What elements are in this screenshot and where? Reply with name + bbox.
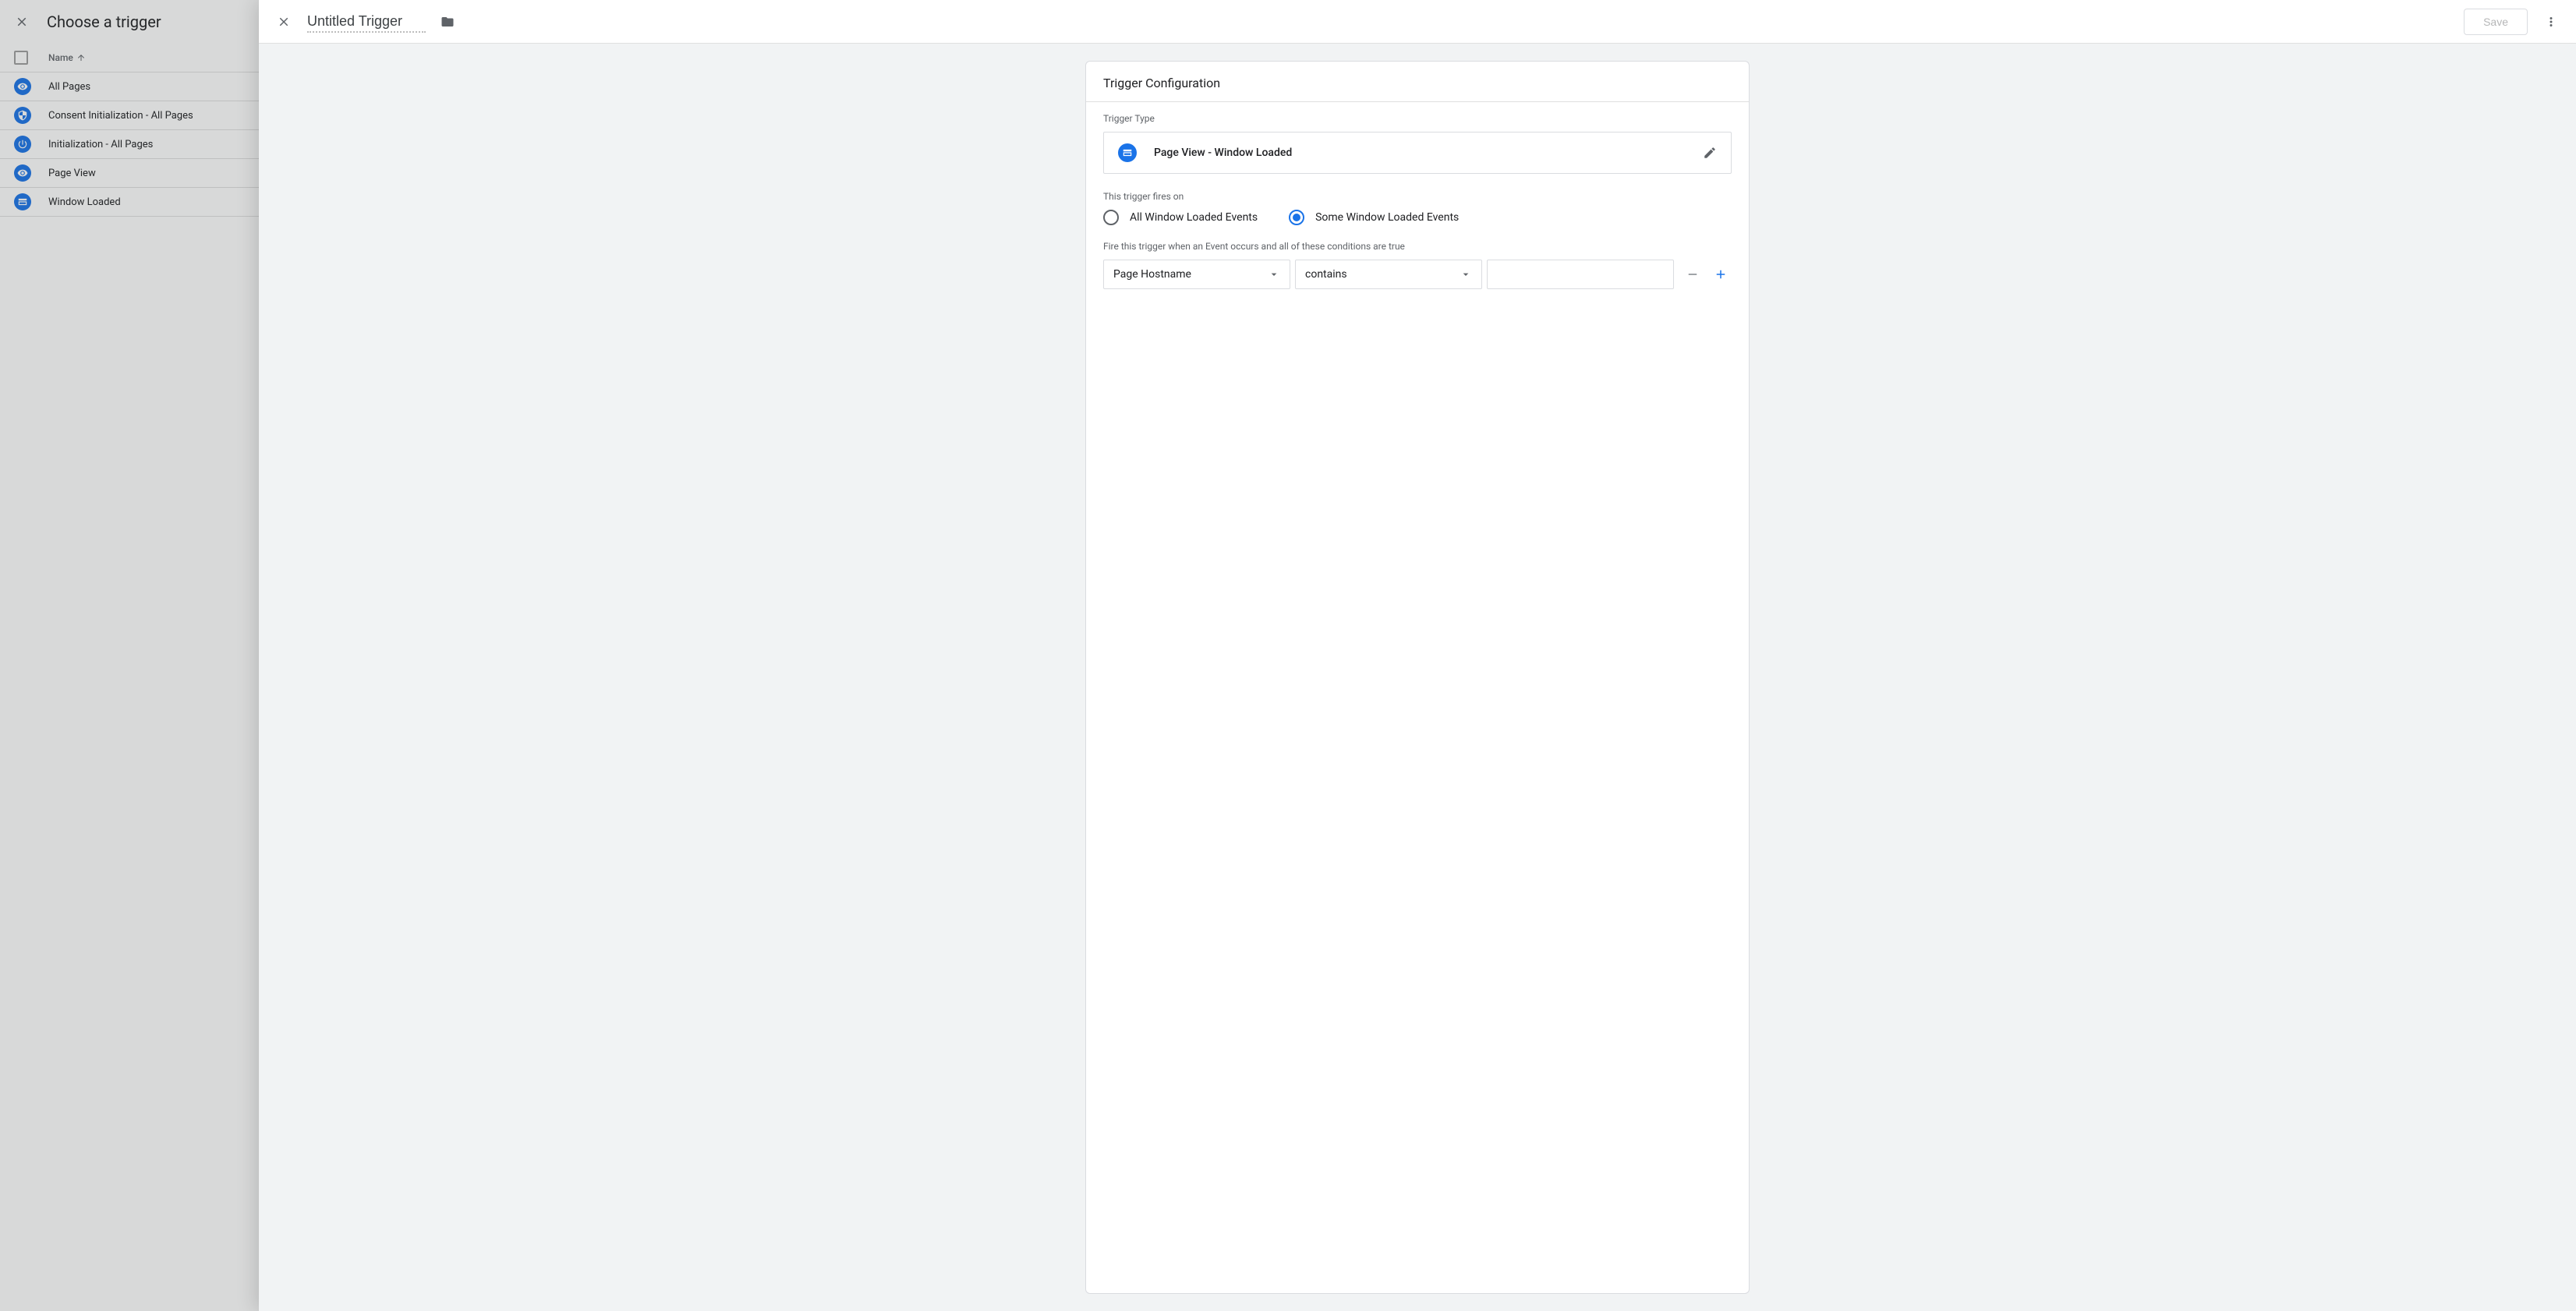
trigger-row-label: Page View (48, 168, 96, 179)
radio-all-label: All Window Loaded Events (1130, 211, 1258, 224)
column-name-label: Name (48, 52, 73, 63)
trigger-row-init[interactable]: Initialization - All Pages (0, 130, 259, 159)
trigger-row-consent-init[interactable]: Consent Initialization - All Pages (0, 101, 259, 130)
save-button[interactable]: Save (2464, 9, 2528, 35)
remove-condition-button[interactable] (1683, 265, 1702, 284)
condition-variable-value: Page Hostname (1113, 268, 1191, 281)
folder-button[interactable] (437, 11, 458, 33)
trigger-row-all-pages[interactable]: All Pages (0, 72, 259, 101)
eye-icon (14, 78, 31, 95)
trigger-type-label: Trigger Type (1103, 113, 1732, 124)
select-all-checkbox[interactable] (14, 51, 28, 65)
column-name-header[interactable]: Name (48, 52, 86, 63)
radio-button-unselected (1103, 210, 1119, 225)
condition-operator-dropdown[interactable]: contains (1295, 260, 1482, 289)
choose-trigger-title: Choose a trigger (47, 12, 161, 31)
add-condition-button[interactable] (1711, 265, 1730, 284)
radio-button-selected (1289, 210, 1304, 225)
condition-value-input[interactable] (1487, 260, 1674, 289)
trigger-type-name: Page View - Window Loaded (1154, 147, 1703, 159)
trigger-row-page-view[interactable]: Page View (0, 159, 259, 188)
condition-helper-text: Fire this trigger when an Event occurs a… (1103, 241, 1732, 252)
close-icon (15, 15, 29, 29)
trigger-row-window-loaded[interactable]: Window Loaded (0, 188, 259, 217)
trigger-table-header: Name (0, 44, 259, 72)
radio-all-events[interactable]: All Window Loaded Events (1103, 210, 1258, 225)
window-icon (14, 193, 31, 210)
condition-operator-value: contains (1305, 268, 1347, 281)
power-icon (14, 136, 31, 153)
sort-asc-icon (76, 53, 86, 62)
trigger-row-label: Consent Initialization - All Pages (48, 110, 193, 122)
minus-icon (1686, 267, 1700, 281)
plus-icon (1714, 267, 1728, 281)
shield-icon (14, 107, 31, 124)
config-card-title: Trigger Configuration (1086, 62, 1749, 102)
trigger-row-label: All Pages (48, 81, 90, 93)
folder-icon (441, 15, 455, 29)
trigger-editor-panel: Save Trigger Configuration Trigger Type … (259, 0, 2576, 1311)
trigger-name-input[interactable] (307, 10, 426, 33)
trigger-config-card: Trigger Configuration Trigger Type Page … (1085, 61, 1750, 1294)
close-choose-trigger-button[interactable] (11, 11, 33, 33)
radio-some-label: Some Window Loaded Events (1315, 211, 1459, 224)
trigger-editor-header: Save (259, 0, 2576, 44)
caret-down-icon (1460, 268, 1472, 281)
choose-trigger-panel: Choose a trigger Name All Pages Consent … (0, 0, 259, 1311)
fires-on-label: This trigger fires on (1103, 191, 1732, 202)
fires-on-radio-group: All Window Loaded Events Some Window Loa… (1103, 210, 1732, 225)
radio-some-events[interactable]: Some Window Loaded Events (1289, 210, 1459, 225)
more-menu-button[interactable] (2535, 6, 2567, 37)
caret-down-icon (1268, 268, 1280, 281)
condition-variable-dropdown[interactable]: Page Hostname (1103, 260, 1290, 289)
window-loaded-icon (1118, 143, 1137, 162)
edit-icon (1703, 146, 1717, 160)
more-vert-icon (2544, 15, 2558, 29)
trigger-row-label: Initialization - All Pages (48, 139, 153, 150)
close-editor-button[interactable] (268, 6, 299, 37)
eye-icon (14, 164, 31, 182)
trigger-type-selector[interactable]: Page View - Window Loaded (1103, 132, 1732, 174)
trigger-row-label: Window Loaded (48, 196, 121, 208)
condition-row: Page Hostname contains (1103, 260, 1732, 289)
close-icon (277, 15, 291, 29)
